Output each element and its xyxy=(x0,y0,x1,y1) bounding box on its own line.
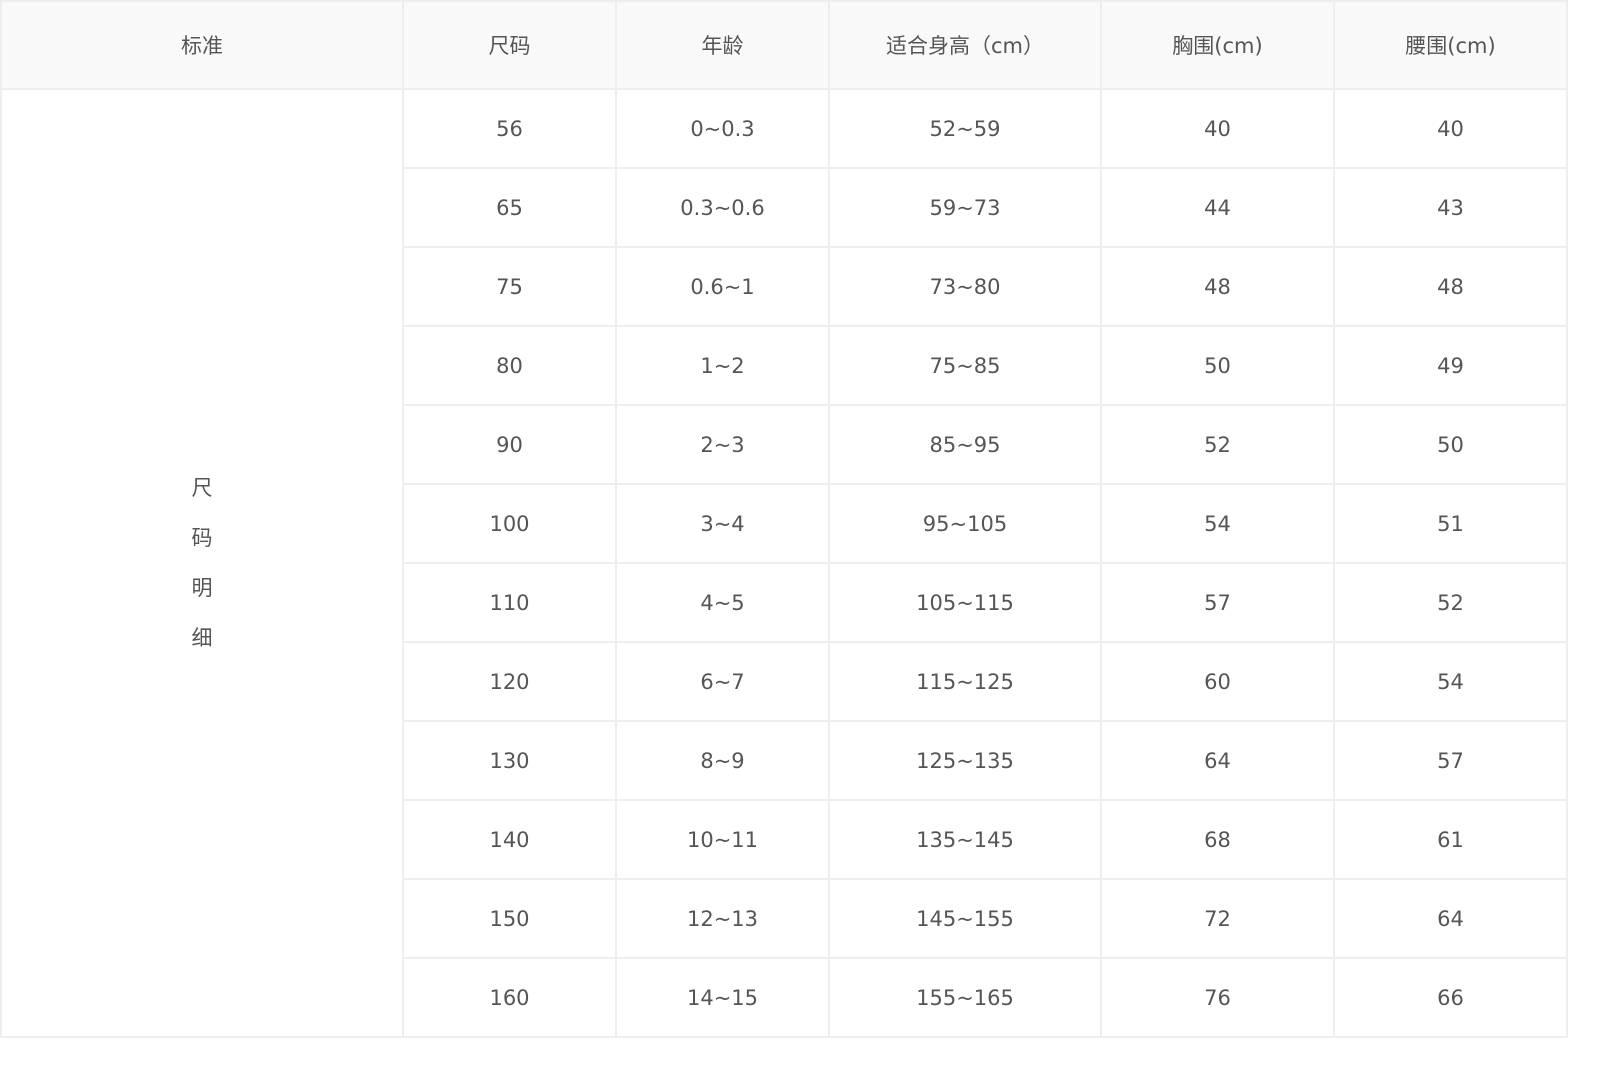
cell-chest: 40 xyxy=(1100,88,1335,169)
cell-size: 140 xyxy=(402,799,617,880)
cell-size: 65 xyxy=(402,167,617,248)
cell-waist: 54 xyxy=(1333,641,1568,722)
cell-age: 8~9 xyxy=(615,720,830,801)
cell-height: 105~115 xyxy=(828,562,1102,643)
cell-size: 56 xyxy=(402,88,617,169)
cell-height: 73~80 xyxy=(828,246,1102,327)
size-chart-table: 标准 尺码 年龄 适合身高（cm） 胸围(cm) 腰围(cm) 尺码明细 56 0~… xyxy=(0,0,1568,1038)
cell-age: 14~15 xyxy=(615,957,830,1038)
cell-waist: 40 xyxy=(1333,88,1568,169)
cell-waist: 43 xyxy=(1333,167,1568,248)
cell-waist: 50 xyxy=(1333,404,1568,485)
size-details-char: 明 xyxy=(191,576,213,600)
cell-chest: 44 xyxy=(1100,167,1335,248)
table-row: 尺码明细 56 0~0.3 52~59 40 40 xyxy=(0,88,1568,1038)
cell-chest: 52 xyxy=(1100,404,1335,485)
cell-chest: 72 xyxy=(1100,878,1335,959)
cell-height: 125~135 xyxy=(828,720,1102,801)
cell-size: 130 xyxy=(402,720,617,801)
size-rows: 尺码明细 56 0~0.3 52~59 40 40 65 0.3~0.6 59~73 44 43 75… xyxy=(0,88,1568,1038)
header-size: 尺码 xyxy=(402,0,617,90)
cell-chest: 48 xyxy=(1100,246,1335,327)
cell-age: 10~11 xyxy=(615,799,830,880)
cell-height: 135~145 xyxy=(828,799,1102,880)
cell-waist: 48 xyxy=(1333,246,1568,327)
cell-age: 2~3 xyxy=(615,404,830,485)
cell-height: 155~165 xyxy=(828,957,1102,1038)
cell-chest: 64 xyxy=(1100,720,1335,801)
header-row: 标准 尺码 年龄 适合身高（cm） 胸围(cm) 腰围(cm) xyxy=(0,0,1568,90)
size-details-char: 码 xyxy=(191,526,213,550)
cell-height: 145~155 xyxy=(828,878,1102,959)
cell-waist: 52 xyxy=(1333,562,1568,643)
cell-height: 75~85 xyxy=(828,325,1102,406)
cell-waist: 64 xyxy=(1333,878,1568,959)
cell-waist: 51 xyxy=(1333,483,1568,564)
cell-height: 95~105 xyxy=(828,483,1102,564)
cell-height: 85~95 xyxy=(828,404,1102,485)
header-height: 适合身高（cm） xyxy=(828,0,1102,90)
cell-size: 100 xyxy=(402,483,617,564)
cell-size: 110 xyxy=(402,562,617,643)
cell-size: 120 xyxy=(402,641,617,722)
cell-chest: 54 xyxy=(1100,483,1335,564)
size-details-label: 尺码明细 xyxy=(192,463,213,663)
cell-chest: 68 xyxy=(1100,799,1335,880)
header-waist: 腰围(cm) xyxy=(1333,0,1568,90)
cell-age: 3~4 xyxy=(615,483,830,564)
cell-age: 1~2 xyxy=(615,325,830,406)
cell-size: 90 xyxy=(402,404,617,485)
cell-chest: 50 xyxy=(1100,325,1335,406)
cell-size: 80 xyxy=(402,325,617,406)
cell-chest: 57 xyxy=(1100,562,1335,643)
cell-age: 6~7 xyxy=(615,641,830,722)
header-chest: 胸围(cm) xyxy=(1100,0,1335,90)
cell-waist: 57 xyxy=(1333,720,1568,801)
header-standard: 标准 xyxy=(0,0,404,90)
cell-waist: 66 xyxy=(1333,957,1568,1038)
standard-cell: 尺码明细 xyxy=(0,88,404,1038)
cell-height: 59~73 xyxy=(828,167,1102,248)
cell-age: 0~0.3 xyxy=(615,88,830,169)
cell-height: 115~125 xyxy=(828,641,1102,722)
cell-age: 12~13 xyxy=(615,878,830,959)
cell-size: 160 xyxy=(402,957,617,1038)
cell-height: 52~59 xyxy=(828,88,1102,169)
cell-size: 150 xyxy=(402,878,617,959)
size-details-char: 尺 xyxy=(191,476,213,500)
cell-size: 75 xyxy=(402,246,617,327)
header-age: 年龄 xyxy=(615,0,830,90)
size-details-char: 细 xyxy=(191,626,213,650)
cell-age: 0.3~0.6 xyxy=(615,167,830,248)
cell-age: 0.6~1 xyxy=(615,246,830,327)
cell-age: 4~5 xyxy=(615,562,830,643)
cell-waist: 49 xyxy=(1333,325,1568,406)
cell-waist: 61 xyxy=(1333,799,1568,880)
cell-chest: 60 xyxy=(1100,641,1335,722)
cell-chest: 76 xyxy=(1100,957,1335,1038)
